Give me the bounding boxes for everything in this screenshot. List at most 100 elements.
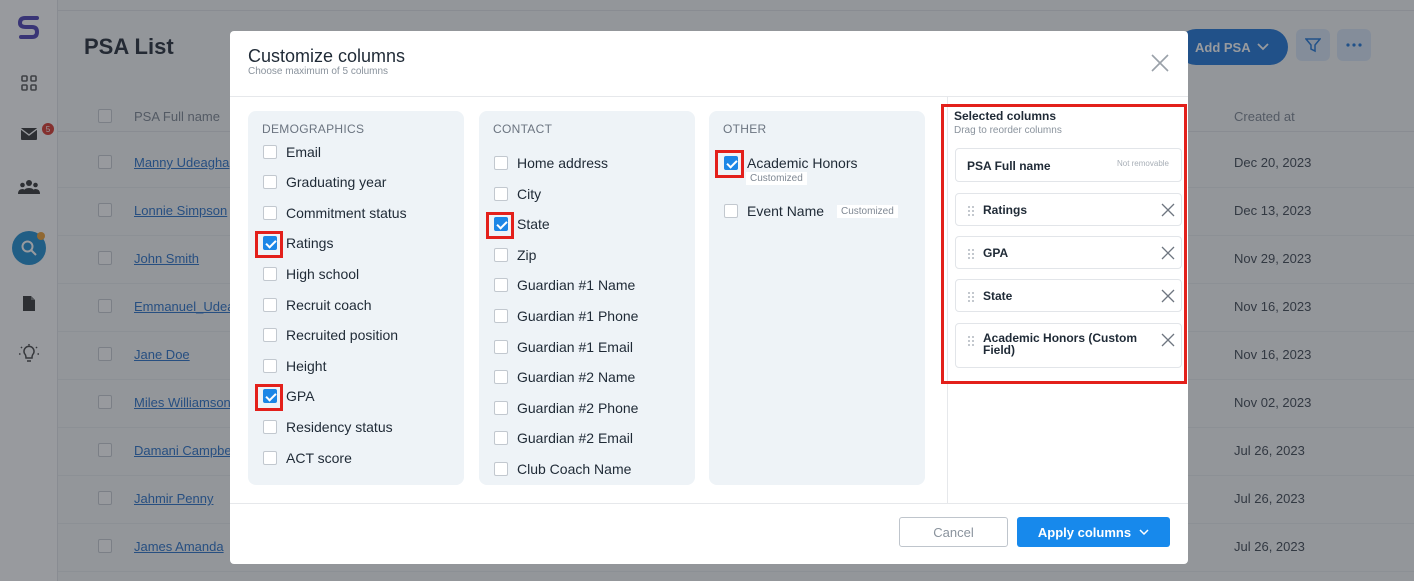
contact-group: CONTACT Home address City State Zip Guar…	[479, 111, 695, 485]
option-academic-honors[interactable]: Academic Honors	[724, 152, 858, 174]
option-guardian2-email[interactable]: Guardian #2 Email	[494, 427, 633, 449]
option-label: GPA	[286, 388, 315, 404]
checkbox[interactable]	[263, 420, 277, 434]
checkbox[interactable]	[494, 309, 508, 323]
option-label: High school	[286, 266, 360, 282]
option-label: Club Coach Name	[517, 461, 632, 477]
option-event-name[interactable]: Event Name	[724, 200, 824, 222]
option-guardian2-phone[interactable]: Guardian #2 Phone	[494, 397, 638, 419]
selected-column-item[interactable]: Academic Honors (Custom Field)	[955, 323, 1182, 368]
option-label: Guardian #2 Email	[517, 430, 633, 446]
apply-columns-button[interactable]: Apply columns	[1017, 517, 1170, 547]
checkbox[interactable]	[494, 431, 508, 445]
option-label: Email	[286, 144, 322, 160]
option-label: Zip	[517, 247, 537, 263]
option-label: Height	[286, 358, 327, 374]
drag-handle-icon[interactable]	[968, 336, 976, 347]
checkbox[interactable]	[263, 145, 277, 159]
drag-handle-icon[interactable]	[968, 249, 976, 260]
option-label: ACT score	[286, 450, 352, 466]
selected-columns-title: Selected columns	[954, 109, 1057, 123]
checkbox[interactable]	[494, 156, 508, 170]
option-club-coach-name[interactable]: Club Coach Name	[494, 458, 631, 480]
option-residency-status[interactable]: Residency status	[263, 416, 393, 438]
selected-columns-subtitle: Drag to reorder columns	[954, 125, 1062, 136]
checkbox[interactable]	[263, 206, 277, 220]
checkbox[interactable]	[263, 267, 277, 281]
option-label: Event Name	[747, 203, 825, 219]
drag-handle-icon[interactable]	[968, 292, 976, 303]
demographics-group: DEMOGRAPHICS Email Graduating year Commi…	[248, 111, 464, 485]
highlight-state	[486, 212, 514, 239]
selected-column-item[interactable]: State	[955, 279, 1182, 312]
cancel-button[interactable]: Cancel	[899, 517, 1008, 547]
modal-title: Customize columns	[248, 46, 406, 66]
close-icon[interactable]	[1148, 51, 1172, 75]
option-guardian1-email[interactable]: Guardian #1 Email	[494, 336, 633, 358]
checkbox[interactable]	[494, 370, 508, 384]
option-graduating-year[interactable]: Graduating year	[263, 171, 386, 193]
option-home-address[interactable]: Home address	[494, 152, 608, 174]
option-recruit-coach[interactable]: Recruit coach	[263, 294, 372, 316]
checkbox[interactable]	[494, 187, 508, 201]
customized-tag: Customized	[837, 205, 898, 218]
option-label: Guardian #2 Phone	[517, 400, 639, 416]
not-removable-note: Not removable	[1116, 159, 1169, 168]
other-group: OTHER Academic Honors Customized Event N…	[709, 111, 925, 485]
option-act-score[interactable]: ACT score	[263, 447, 352, 469]
checkbox[interactable]	[494, 462, 508, 476]
selected-column-label: Ratings	[983, 203, 1028, 217]
checkbox[interactable]	[263, 359, 277, 373]
group-label-contact: CONTACT	[493, 122, 553, 136]
checkbox[interactable]	[494, 248, 508, 262]
option-label: City	[517, 186, 542, 202]
group-label-demographics: DEMOGRAPHICS	[262, 122, 365, 136]
option-guardian1-name[interactable]: Guardian #1 Name	[494, 274, 635, 296]
selected-column-label: State	[983, 289, 1013, 303]
option-label: Recruit coach	[286, 297, 372, 313]
selected-column-item[interactable]: GPA	[955, 236, 1182, 269]
selected-column-item[interactable]: Ratings	[955, 193, 1182, 226]
checkbox[interactable]	[724, 204, 738, 218]
checkbox[interactable]	[263, 328, 277, 342]
highlight-gpa	[255, 384, 283, 411]
option-guardian1-phone[interactable]: Guardian #1 Phone	[494, 305, 638, 327]
option-label: Guardian #1 Email	[517, 339, 633, 355]
option-label: Ratings	[286, 235, 334, 251]
option-label: Graduating year	[286, 174, 387, 190]
option-label: Guardian #1 Name	[517, 277, 636, 293]
checkbox[interactable]	[263, 451, 277, 465]
selected-column-label: PSA Full name	[967, 159, 1051, 173]
highlight-academic-honors	[715, 150, 744, 178]
option-guardian2-name[interactable]: Guardian #2 Name	[494, 366, 635, 388]
remove-icon[interactable]	[1161, 203, 1175, 217]
selected-column-label: GPA	[983, 246, 1009, 260]
selected-column-fixed: PSA Full name Not removable	[955, 148, 1182, 182]
option-recruited-position[interactable]: Recruited position	[263, 324, 398, 346]
group-label-other: OTHER	[723, 122, 767, 136]
checkbox[interactable]	[494, 340, 508, 354]
checkbox[interactable]	[494, 278, 508, 292]
option-city[interactable]: City	[494, 183, 541, 205]
option-email[interactable]: Email	[263, 141, 321, 163]
option-label: State	[517, 216, 550, 232]
option-label: Guardian #1 Phone	[517, 308, 639, 324]
apply-columns-label: Apply columns	[1037, 524, 1132, 540]
modal-subtitle: Choose maximum of 5 columns	[248, 66, 389, 77]
checkbox[interactable]	[263, 175, 277, 189]
checkbox[interactable]	[263, 298, 277, 312]
drag-handle-icon[interactable]	[968, 206, 976, 217]
remove-icon[interactable]	[1161, 246, 1175, 260]
option-label: Residency status	[286, 419, 393, 435]
option-zip[interactable]: Zip	[494, 244, 536, 266]
option-label: Academic Honors	[747, 155, 858, 171]
highlight-ratings	[255, 231, 283, 258]
remove-icon[interactable]	[1161, 333, 1175, 347]
option-commitment-status[interactable]: Commitment status	[263, 202, 407, 224]
remove-icon[interactable]	[1161, 289, 1175, 303]
chevron-down-icon	[1139, 529, 1149, 535]
option-high-school[interactable]: High school	[263, 263, 359, 285]
option-height[interactable]: Height	[263, 355, 326, 377]
option-label: Home address	[517, 155, 609, 171]
checkbox[interactable]	[494, 401, 508, 415]
